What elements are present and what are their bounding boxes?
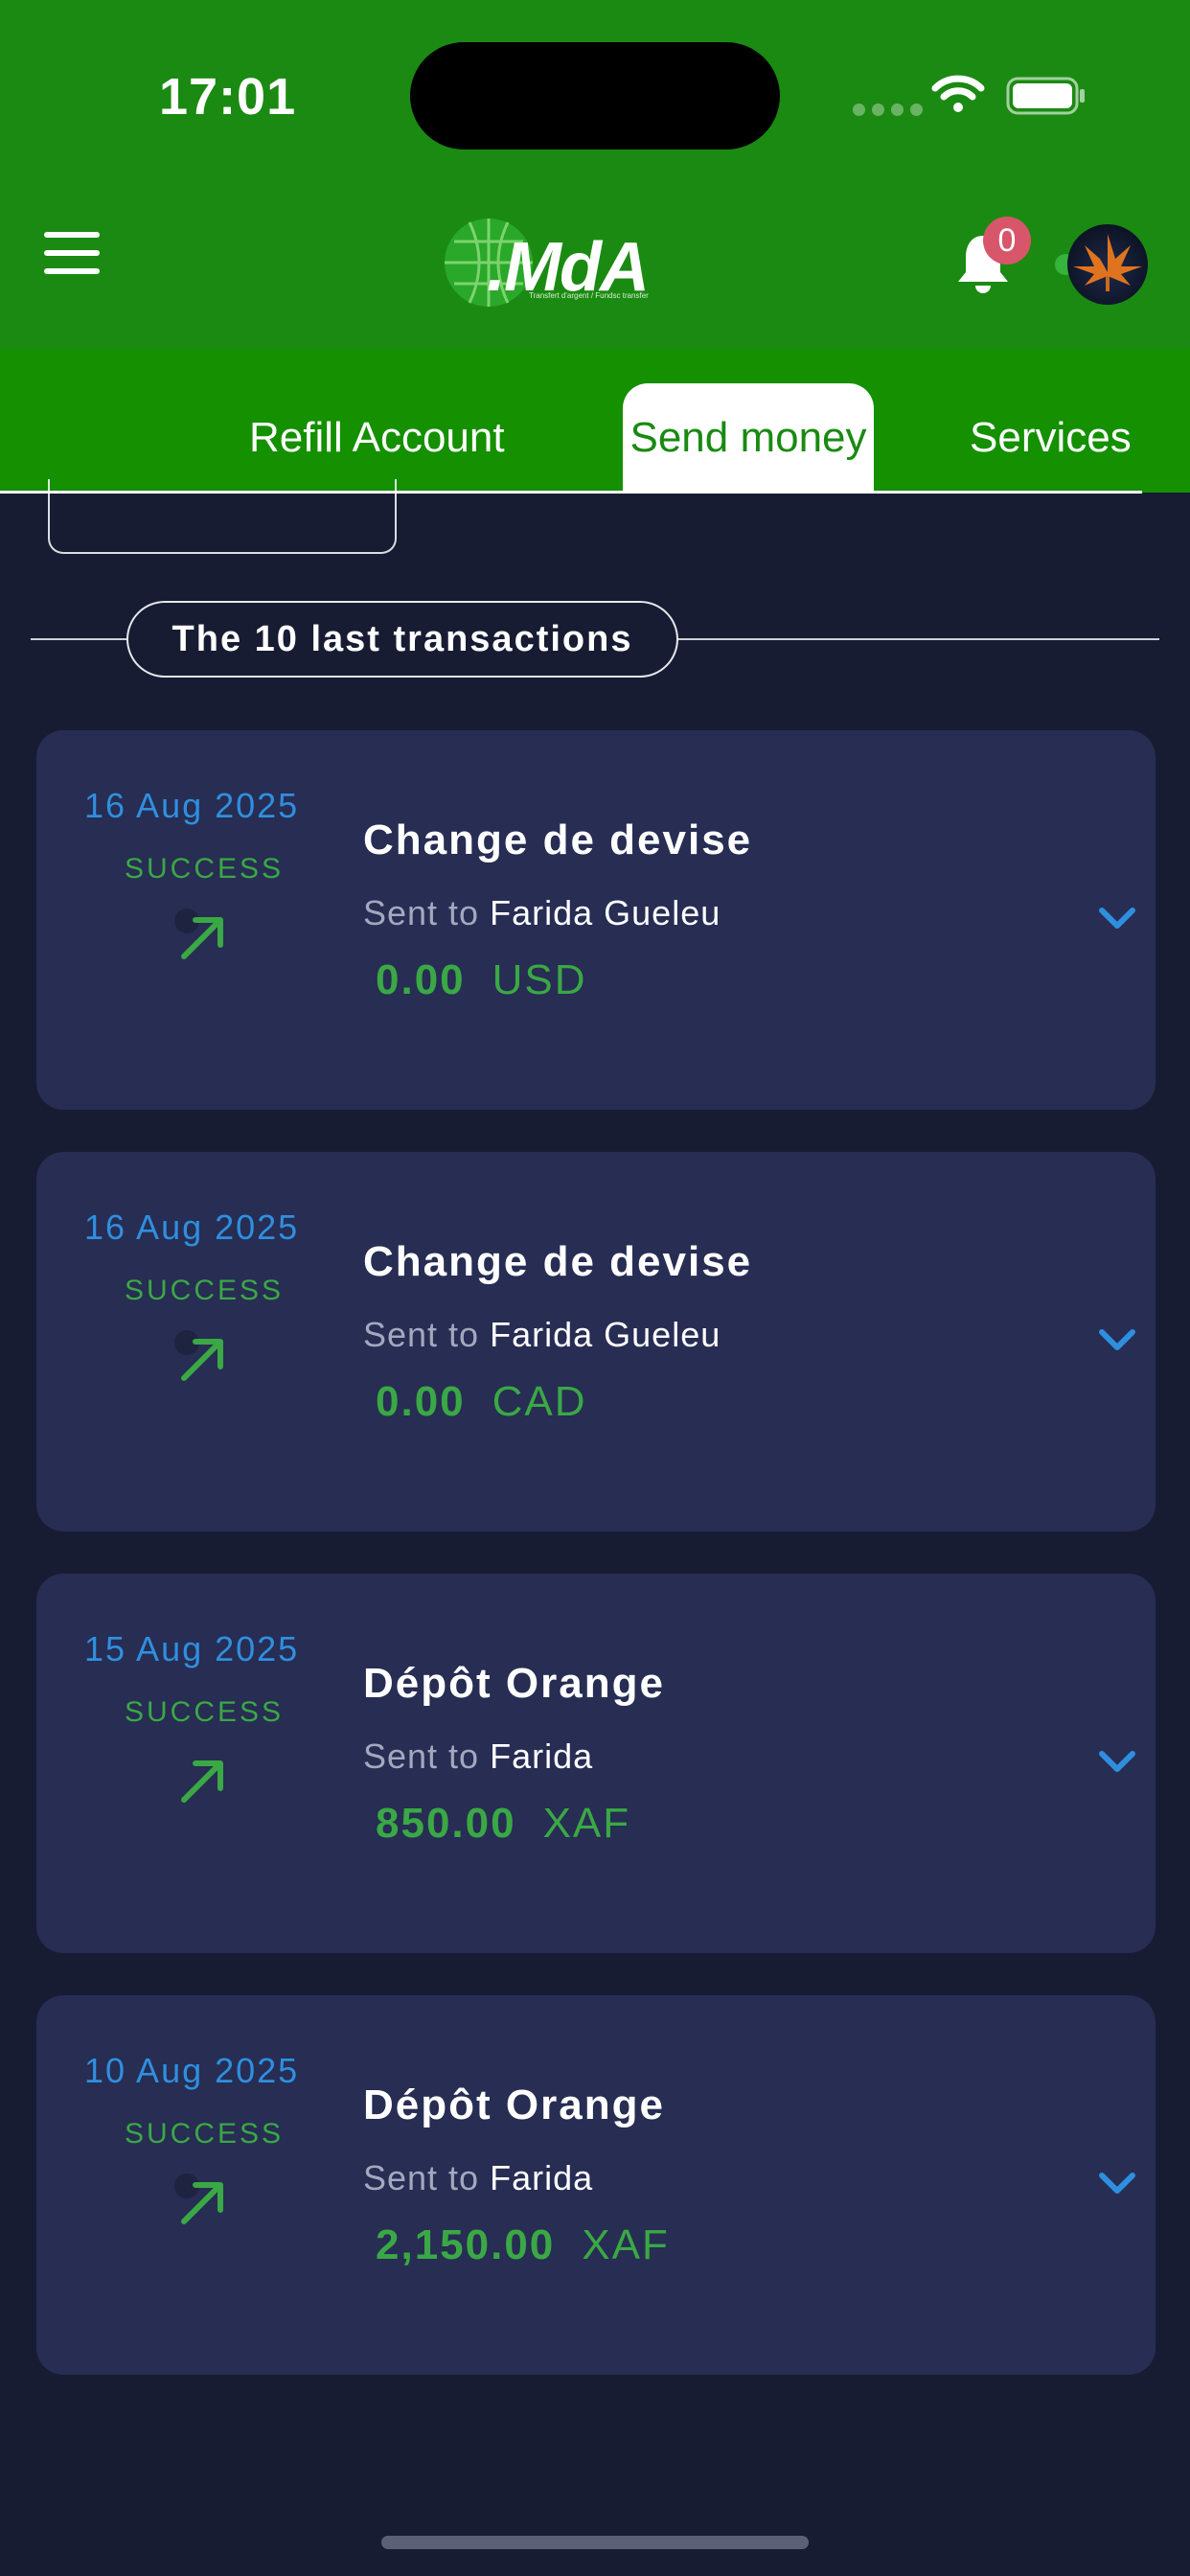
wifi-icon	[931, 75, 985, 112]
transaction-card[interactable]: 16 Aug 2025 SUCCESS Change de devise Sen…	[36, 730, 1156, 1110]
transaction-card[interactable]: 16 Aug 2025 SUCCESS Change de devise Sen…	[36, 1152, 1156, 1531]
transaction-amount: 2,150.00 XAF	[376, 2221, 670, 2269]
recipient-name: Farida Gueleu	[490, 1315, 721, 1354]
amount-currency: USD	[492, 956, 587, 1003]
arrow-up-right-icon	[174, 908, 230, 964]
sent-to-label: Sent to	[363, 1315, 480, 1354]
logo-subtitle: Transfert d'argent / Fundsc transfer	[529, 291, 649, 300]
app-logo: .MdA Transfert d'argent / Fundsc transfe…	[441, 215, 650, 310]
sent-to-label: Sent to	[363, 1736, 480, 1776]
battery-icon	[1006, 77, 1085, 115]
arrow-up-right-icon	[174, 2174, 230, 2229]
transaction-recipient-line: Sent to Farida Gueleu	[363, 893, 721, 933]
amount-value: 850.00	[376, 1800, 516, 1847]
amount-currency: CAD	[492, 1378, 587, 1425]
transaction-status: SUCCESS	[125, 1696, 285, 1728]
amount-value: 0.00	[376, 956, 466, 1003]
transaction-title: Change de devise	[363, 1238, 753, 1285]
arrow-up-right-icon	[174, 1330, 230, 1386]
transaction-status: SUCCESS	[125, 1275, 285, 1306]
transaction-date: 16 Aug 2025	[84, 1208, 300, 1247]
recipient-name: Farida	[490, 1736, 594, 1776]
transaction-title: Change de devise	[363, 816, 753, 863]
tab-refill-account[interactable]: Refill Account	[249, 414, 505, 462]
tab-send-money[interactable]: Send money	[623, 383, 874, 493]
section-title: The 10 last transactions	[126, 601, 678, 678]
status-time: 17:01	[159, 68, 297, 126]
chevron-down-icon[interactable]	[1098, 1328, 1136, 1353]
transaction-amount: 0.00 USD	[376, 956, 587, 1004]
notification-badge: 0	[983, 217, 1031, 264]
chevron-down-icon[interactable]	[1098, 907, 1136, 932]
transaction-amount: 0.00 CAD	[376, 1378, 587, 1426]
amount-value: 0.00	[376, 1378, 466, 1425]
transaction-card[interactable]: 10 Aug 2025 SUCCESS Dépôt Orange Sent to…	[36, 1995, 1156, 2375]
section-divider	[31, 638, 126, 640]
dynamic-island	[410, 42, 780, 150]
transaction-status: SUCCESS	[125, 2118, 285, 2150]
home-indicator[interactable]	[381, 2536, 809, 2549]
app-header: 17:01 .MdA Transfert d'argent / Fundsc t…	[0, 0, 1190, 349]
amount-value: 2,150.00	[376, 2221, 556, 2268]
transaction-date: 16 Aug 2025	[84, 786, 300, 825]
sent-to-label: Sent to	[363, 2158, 480, 2197]
tab-services[interactable]: Services	[970, 414, 1132, 462]
transaction-date: 10 Aug 2025	[84, 2051, 300, 2090]
transaction-status: SUCCESS	[125, 853, 285, 885]
tab-bar: Refill Account Send money Services	[0, 349, 1190, 494]
scrolled-button-edge[interactable]	[48, 479, 397, 554]
transaction-date: 15 Aug 2025	[84, 1629, 300, 1668]
recipient-name: Farida	[490, 2158, 594, 2197]
menu-icon[interactable]	[44, 232, 100, 274]
transaction-amount: 850.00 XAF	[376, 1800, 630, 1848]
cellular-signal-icon	[853, 104, 923, 116]
amount-currency: XAF	[582, 2221, 670, 2268]
chevron-down-icon[interactable]	[1098, 2172, 1136, 2196]
transaction-recipient-line: Sent to Farida Gueleu	[363, 1315, 721, 1355]
avatar[interactable]	[1067, 224, 1148, 305]
transaction-title: Dépôt Orange	[363, 1660, 665, 1707]
transaction-recipient-line: Sent to Farida	[363, 2158, 593, 2198]
recipient-name: Farida Gueleu	[490, 893, 721, 932]
chevron-down-icon[interactable]	[1098, 1750, 1136, 1775]
sent-to-label: Sent to	[363, 893, 480, 932]
section-divider	[678, 638, 1159, 640]
arrow-up-right-icon	[176, 1754, 230, 1807]
transaction-recipient-line: Sent to Farida	[363, 1736, 593, 1777]
transaction-card[interactable]: 15 Aug 2025 SUCCESS Dépôt Orange Sent to…	[36, 1574, 1156, 1953]
amount-currency: XAF	[542, 1800, 631, 1847]
transaction-title: Dépôt Orange	[363, 2082, 665, 2128]
